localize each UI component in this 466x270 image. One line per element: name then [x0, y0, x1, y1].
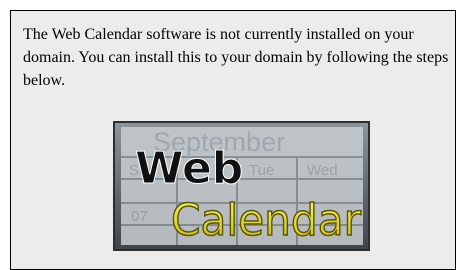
install-message: The Web Calendar software is not current…: [23, 26, 449, 89]
logo-word-calendar: Calendar: [171, 195, 362, 246]
web-calendar-logo: September Sun Tue Wed 07 Web Calendar: [113, 121, 370, 251]
logo-day-2: Tue: [249, 162, 274, 179]
install-notice-panel: The Web Calendar software is not current…: [10, 10, 456, 270]
logo-date: 07: [131, 208, 148, 225]
logo-word-web: Web: [135, 143, 243, 194]
logo-day-3: Wed: [307, 162, 338, 179]
